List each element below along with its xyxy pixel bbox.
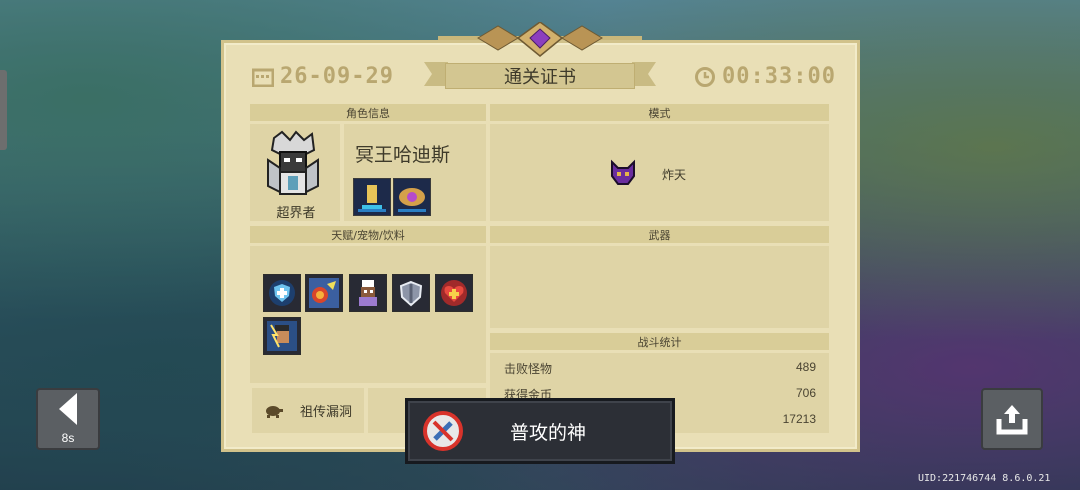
stat-row-monsters: 击败怪物 489 <box>504 360 816 377</box>
talents-header: 天赋/宠物/饮料 <box>250 226 486 243</box>
battle-stats-header: 战斗统计 <box>490 333 829 350</box>
back-countdown: 8s <box>61 431 75 445</box>
share-icon <box>996 405 1028 435</box>
weapon-panel <box>490 246 829 328</box>
clear-time: 00:33:00 <box>722 64 836 89</box>
stat-label: 击败怪物 <box>504 362 553 376</box>
no-attack-icon <box>423 411 463 451</box>
heirloom-panel: 祖传漏洞 <box>252 388 364 433</box>
skill-badge-icon <box>353 178 391 216</box>
turtle-icon <box>265 405 283 418</box>
heirloom-label: 祖传漏洞 <box>299 405 352 420</box>
achievement-popup: 普攻的神 <box>405 398 675 464</box>
clear-date: 26-09-29 <box>280 64 394 89</box>
back-button[interactable]: 8s <box>36 388 100 450</box>
lightning-hero-icon <box>263 317 301 355</box>
edge-handle[interactable] <box>0 70 7 150</box>
uid-version: UID:221746744 8.6.0.21 <box>918 473 1051 484</box>
mode-panel <box>490 124 829 221</box>
mode-label: 炸天 <box>662 168 687 182</box>
heart-plus-icon <box>435 274 473 312</box>
talents-panel <box>250 246 486 383</box>
calendar-icon <box>252 68 274 87</box>
time-display: 00:33:00 <box>694 64 836 89</box>
character-name: 冥王哈迪斯 <box>355 144 451 166</box>
hades-knight-sprite <box>267 130 319 195</box>
skin-badge-icon <box>393 178 431 216</box>
mode-header: 模式 <box>490 104 829 121</box>
character-info-header: 角色信息 <box>250 104 486 121</box>
weapon-header: 武器 <box>490 226 829 243</box>
certificate-title: 通关证书 <box>445 63 635 89</box>
back-arrow-icon <box>59 393 77 425</box>
purple-demon-skull-icon <box>611 159 635 185</box>
share-button[interactable] <box>981 388 1043 450</box>
chef-pet-icon <box>349 274 387 312</box>
stat-value: 489 <box>795 360 816 374</box>
stat-value: 17213 <box>782 412 816 426</box>
clock-icon <box>695 66 715 87</box>
armor-shield-icon <box>392 274 430 312</box>
fire-blast-icon <box>305 274 343 312</box>
character-class-label: 超界者 <box>276 206 316 221</box>
certificate-ornament <box>438 22 642 57</box>
shield-buff-icon <box>263 274 301 312</box>
achievement-label: 普攻的神 <box>509 421 586 444</box>
stat-value: 706 <box>795 386 816 400</box>
date-display: 26-09-29 <box>252 64 394 89</box>
